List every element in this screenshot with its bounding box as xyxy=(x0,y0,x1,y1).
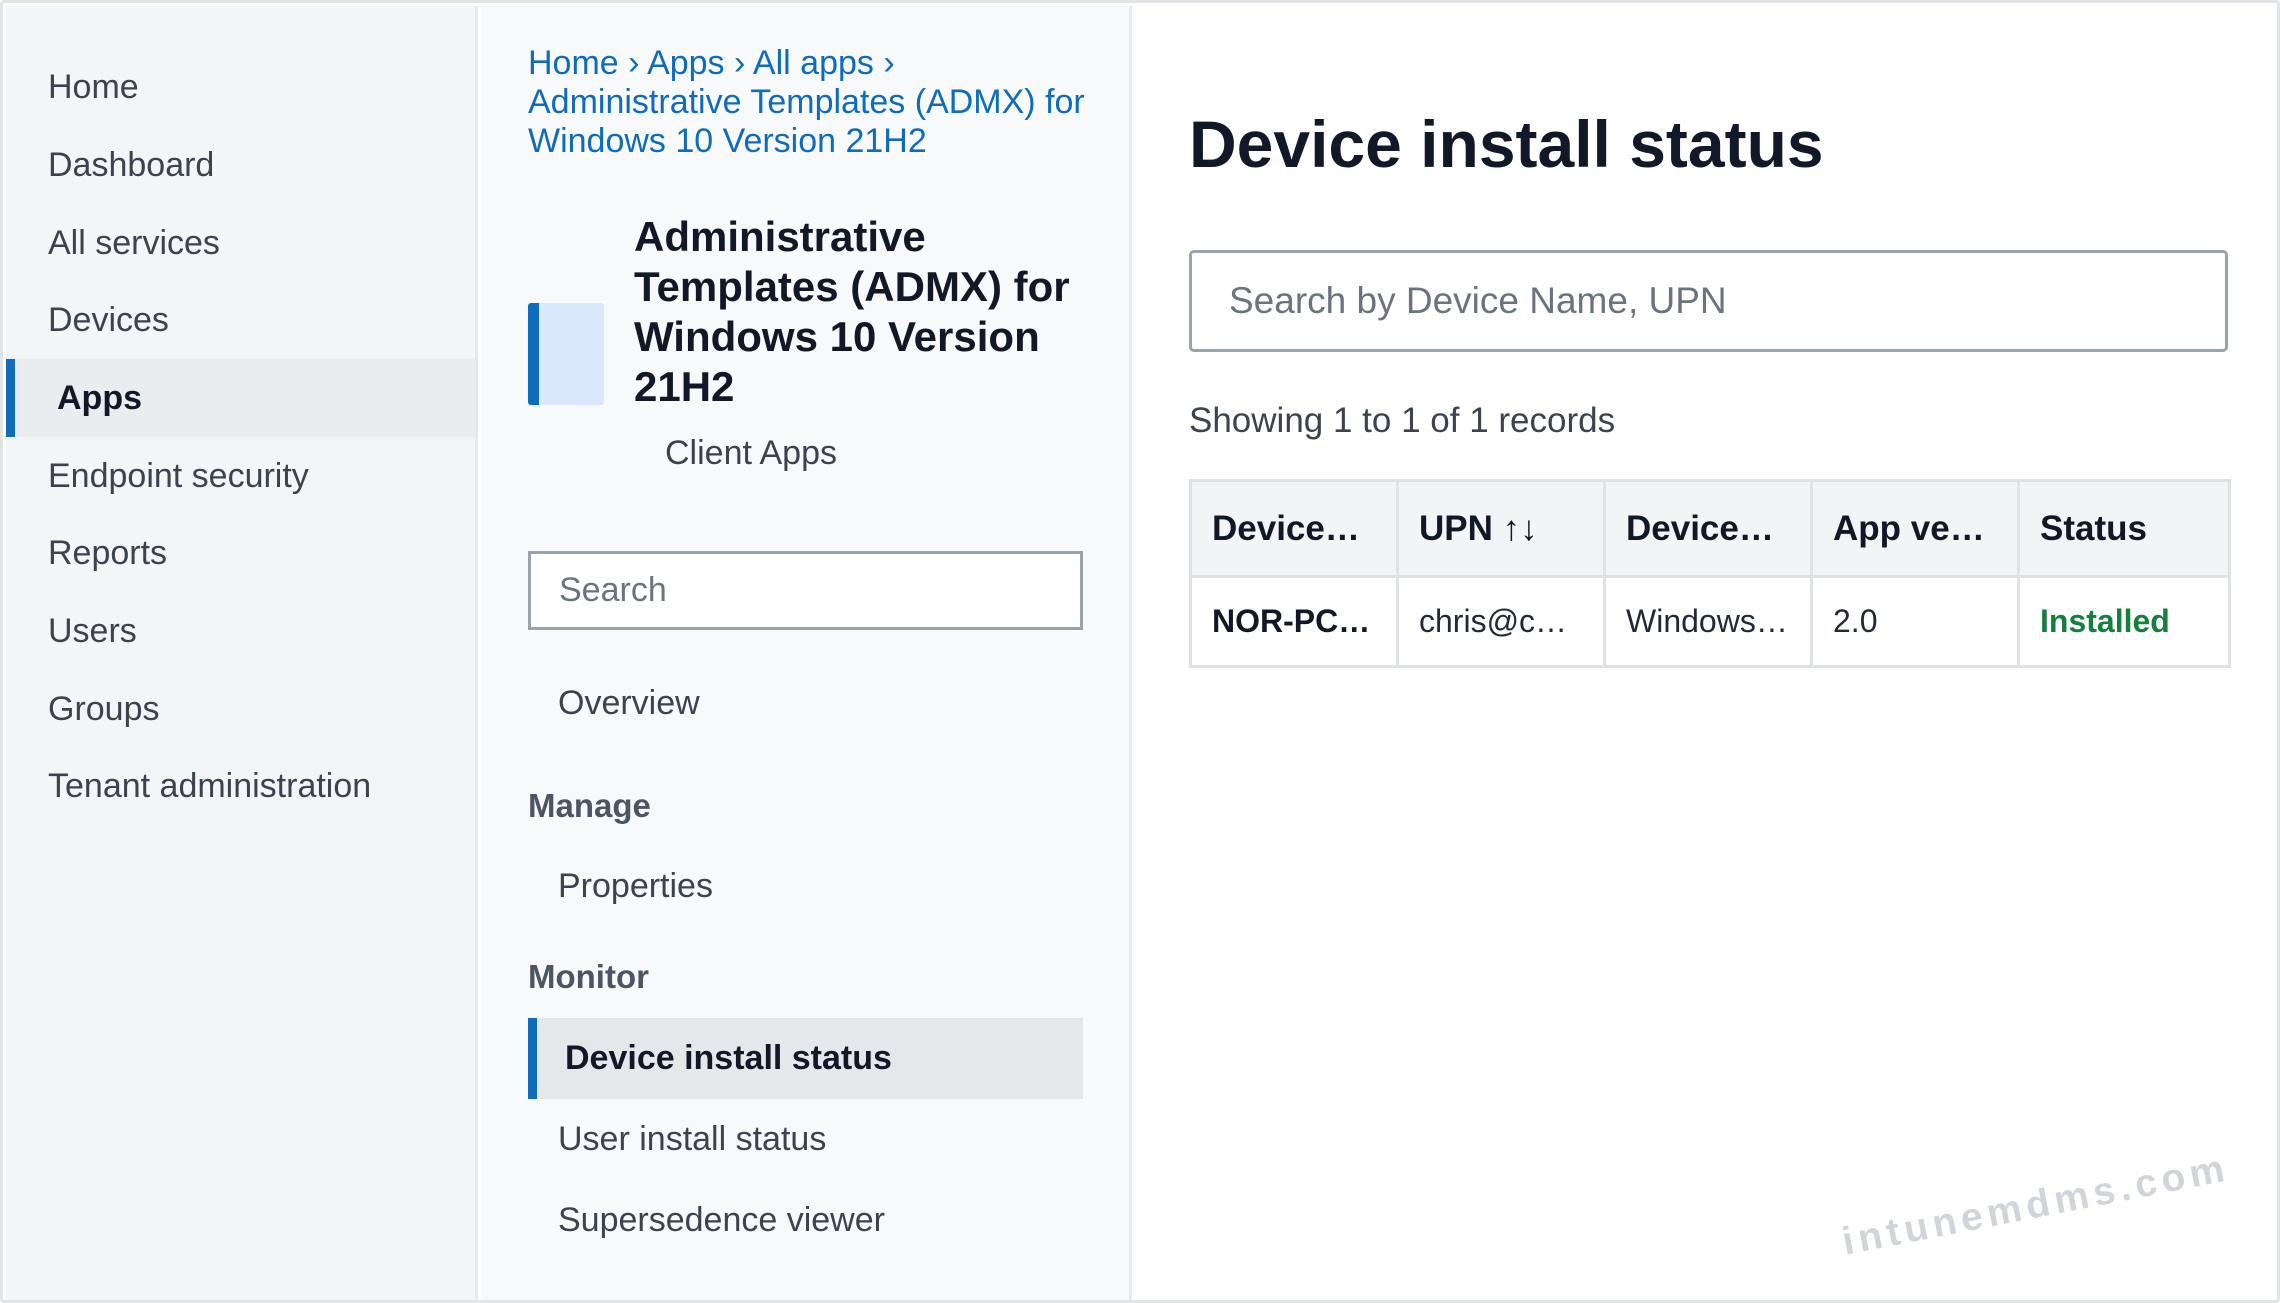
column-header-upn[interactable]: UPN ↑↓ xyxy=(1396,479,1606,578)
nav-item-apps[interactable]: Apps xyxy=(6,359,475,437)
menu-item-supersedence-viewer[interactable]: Supersedence viewer xyxy=(558,1201,885,1240)
cell-device-name: NOR-PC… xyxy=(1189,575,1399,668)
menu-item-overview[interactable]: Overview xyxy=(558,684,700,723)
nav-item-home[interactable]: Home xyxy=(6,48,475,126)
cell-status: Installed xyxy=(2017,575,2231,668)
cell-upn: chris@c… xyxy=(1396,575,1606,668)
table-header-row: Device… UPN ↑↓ Device… App ve… Status xyxy=(1189,479,2231,578)
nav-item-all-services[interactable]: All services xyxy=(6,204,475,282)
app-icon xyxy=(528,303,604,405)
cell-app-version: 2.0 xyxy=(1810,575,2020,668)
column-header-device-name[interactable]: Device… xyxy=(1189,479,1399,578)
menu-section-manage: Manage xyxy=(528,787,651,824)
device-status-table: Device… UPN ↑↓ Device… App ve… Status NO… xyxy=(1189,479,2231,668)
app-window: Home Dashboard All services Devices Apps… xyxy=(0,0,2280,1303)
menu-item-properties[interactable]: Properties xyxy=(558,867,713,906)
breadcrumb-separator: › xyxy=(883,44,895,82)
breadcrumb-separator: › xyxy=(734,44,746,82)
nav-item-endpoint-security[interactable]: Endpoint security xyxy=(6,437,475,515)
column-header-device-os[interactable]: Device… xyxy=(1603,479,1813,578)
column-header-app-version[interactable]: App ve… xyxy=(1810,479,2020,578)
main-content: Device install status Search by Device N… xyxy=(1134,6,2277,1300)
app-subtitle: Client Apps xyxy=(665,434,837,472)
menu-section-monitor: Monitor xyxy=(528,958,649,995)
breadcrumb-current-app[interactable]: Administrative Templates (ADMX) for Wind… xyxy=(528,83,1085,160)
nav-item-users[interactable]: Users xyxy=(6,592,475,670)
cell-device-os: Windows… xyxy=(1603,575,1813,668)
app-blade: Home › Apps › All apps › Administrative … xyxy=(481,6,1132,1300)
column-header-status[interactable]: Status xyxy=(2017,479,2231,578)
menu-item-device-install-status[interactable]: Device install status xyxy=(528,1018,1083,1099)
breadcrumb-apps[interactable]: Apps xyxy=(647,44,725,82)
nav-item-dashboard[interactable]: Dashboard xyxy=(6,126,475,204)
breadcrumb-all-apps[interactable]: All apps xyxy=(753,44,874,82)
nav-item-reports[interactable]: Reports xyxy=(6,514,475,592)
breadcrumb-home[interactable]: Home xyxy=(528,44,619,82)
menu-item-user-install-status[interactable]: User install status xyxy=(558,1120,826,1159)
left-nav: Home Dashboard All services Devices Apps… xyxy=(6,6,478,1300)
nav-item-devices[interactable]: Devices xyxy=(6,281,475,359)
breadcrumb: Home › Apps › All apps › Administrative … xyxy=(528,44,1088,161)
page-title: Device install status xyxy=(1189,107,1824,181)
nav-item-groups[interactable]: Groups xyxy=(6,670,475,748)
records-count: Showing 1 to 1 of 1 records xyxy=(1189,401,1616,440)
device-search-input[interactable]: Search by Device Name, UPN xyxy=(1189,250,2228,352)
blade-search-input[interactable]: Search xyxy=(528,551,1083,630)
table-row[interactable]: NOR-PC… chris@c… Windows… 2.0 Installed xyxy=(1189,575,2231,668)
breadcrumb-separator: › xyxy=(628,44,640,82)
nav-item-tenant-administration[interactable]: Tenant administration xyxy=(6,747,475,825)
app-title: Administrative Templates (ADMX) for Wind… xyxy=(634,213,1070,410)
